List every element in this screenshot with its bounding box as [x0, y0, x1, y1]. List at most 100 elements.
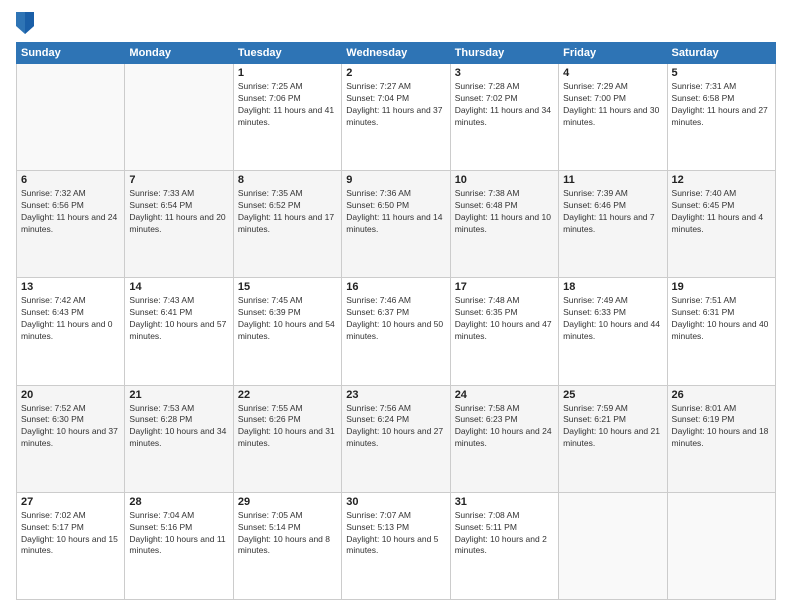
day-number: 23	[346, 389, 445, 401]
day-number: 17	[455, 281, 554, 293]
day-cell: 29 Sunrise: 7:05 AM Sunset: 5:14 PM Dayli…	[233, 492, 341, 599]
day-number: 29	[238, 496, 337, 508]
day-cell: 4 Sunrise: 7:29 AM Sunset: 7:00 PM Daylig…	[559, 64, 667, 171]
day-info: Sunrise: 7:04 AM Sunset: 5:16 PM Dayligh…	[129, 510, 228, 558]
day-info: Sunrise: 7:07 AM Sunset: 5:13 PM Dayligh…	[346, 510, 445, 558]
day-cell: 18Sunrise: 7:49 AM Sunset: 6:33 PM Dayli…	[559, 278, 667, 385]
day-cell: 22 Sunrise: 7:55 AM Sunset: 6:26 PM Dayli…	[233, 385, 341, 492]
day-cell: 25 Sunrise: 7:59 AM Sunset: 6:21 PM Dayli…	[559, 385, 667, 492]
day-number: 19	[672, 281, 771, 293]
day-info: Sunrise: 7:32 AM Sunset: 6:56 PM Dayligh…	[21, 188, 120, 236]
day-number: 6	[21, 174, 120, 186]
day-info: Sunrise: 7:08 AM Sunset: 5:11 PM Dayligh…	[455, 510, 554, 558]
day-cell: 8 Sunrise: 7:35 AM Sunset: 6:52 PM Daylig…	[233, 171, 341, 278]
week-row-2: 6 Sunrise: 7:32 AM Sunset: 6:56 PM Daylig…	[17, 171, 776, 278]
day-info: Sunrise: 7:45 AM Sunset: 6:39 PM Dayligh…	[238, 295, 337, 343]
day-number: 27	[21, 496, 120, 508]
day-cell: 15 Sunrise: 7:45 AM Sunset: 6:39 PM Dayli…	[233, 278, 341, 385]
day-info: Sunrise: 7:46 AM Sunset: 6:37 PM Dayligh…	[346, 295, 445, 343]
week-row-5: 27 Sunrise: 7:02 AM Sunset: 5:17 PM Dayli…	[17, 492, 776, 599]
day-info: Sunrise: 7:55 AM Sunset: 6:26 PM Dayligh…	[238, 403, 337, 451]
day-cell: 28 Sunrise: 7:04 AM Sunset: 5:16 PM Dayli…	[125, 492, 233, 599]
day-cell	[125, 64, 233, 171]
day-info: Sunrise: 7:40 AM Sunset: 6:45 PM Dayligh…	[672, 188, 771, 236]
day-number: 26	[672, 389, 771, 401]
day-cell: 26 Sunrise: 8:01 AM Sunset: 6:19 PM Dayli…	[667, 385, 775, 492]
day-number: 13	[21, 281, 120, 293]
day-cell: 3 Sunrise: 7:28 AM Sunset: 7:02 PM Daylig…	[450, 64, 558, 171]
day-info: Sunrise: 7:56 AM Sunset: 6:24 PM Dayligh…	[346, 403, 445, 451]
day-number: 1	[238, 67, 337, 79]
day-number: 2	[346, 67, 445, 79]
day-info: Sunrise: 7:36 AM Sunset: 6:50 PM Dayligh…	[346, 188, 445, 236]
weekday-tuesday: Tuesday	[233, 43, 341, 64]
day-cell: 20 Sunrise: 7:52 AM Sunset: 6:30 PM Dayli…	[17, 385, 125, 492]
day-cell	[559, 492, 667, 599]
day-info: Sunrise: 7:02 AM Sunset: 5:17 PM Dayligh…	[21, 510, 120, 558]
day-number: 25	[563, 389, 662, 401]
day-number: 21	[129, 389, 228, 401]
day-cell	[17, 64, 125, 171]
day-info: Sunrise: 7:29 AM Sunset: 7:00 PM Dayligh…	[563, 81, 662, 129]
weekday-thursday: Thursday	[450, 43, 558, 64]
day-info: Sunrise: 7:25 AM Sunset: 7:06 PM Dayligh…	[238, 81, 337, 129]
day-cell: 11 Sunrise: 7:39 AM Sunset: 6:46 PM Dayli…	[559, 171, 667, 278]
week-row-1: 1 Sunrise: 7:25 AM Sunset: 7:06 PM Daylig…	[17, 64, 776, 171]
day-cell: 14 Sunrise: 7:43 AM Sunset: 6:41 PM Dayli…	[125, 278, 233, 385]
day-cell: 24 Sunrise: 7:58 AM Sunset: 6:23 PM Dayli…	[450, 385, 558, 492]
day-cell: 19 Sunrise: 7:51 AM Sunset: 6:31 PM Dayli…	[667, 278, 775, 385]
day-info: Sunrise: 7:49 AM Sunset: 6:33 PM Dayligh…	[563, 295, 662, 343]
week-row-4: 20 Sunrise: 7:52 AM Sunset: 6:30 PM Dayli…	[17, 385, 776, 492]
day-number: 24	[455, 389, 554, 401]
day-info: Sunrise: 7:38 AM Sunset: 6:48 PM Dayligh…	[455, 188, 554, 236]
day-cell: 2 Sunrise: 7:27 AM Sunset: 7:04 PM Daylig…	[342, 64, 450, 171]
day-info: Sunrise: 7:42 AM Sunset: 6:43 PM Dayligh…	[21, 295, 120, 343]
day-number: 4	[563, 67, 662, 79]
header	[16, 12, 776, 34]
day-info: Sunrise: 7:58 AM Sunset: 6:23 PM Dayligh…	[455, 403, 554, 451]
day-info: Sunrise: 7:35 AM Sunset: 6:52 PM Dayligh…	[238, 188, 337, 236]
day-info: Sunrise: 8:01 AM Sunset: 6:19 PM Dayligh…	[672, 403, 771, 451]
day-number: 11	[563, 174, 662, 186]
day-cell: 17 Sunrise: 7:48 AM Sunset: 6:35 PM Dayli…	[450, 278, 558, 385]
day-info: Sunrise: 7:28 AM Sunset: 7:02 PM Dayligh…	[455, 81, 554, 129]
day-info: Sunrise: 7:33 AM Sunset: 6:54 PM Dayligh…	[129, 188, 228, 236]
day-number: 8	[238, 174, 337, 186]
weekday-wednesday: Wednesday	[342, 43, 450, 64]
day-info: Sunrise: 7:39 AM Sunset: 6:46 PM Dayligh…	[563, 188, 662, 236]
day-info: Sunrise: 7:52 AM Sunset: 6:30 PM Dayligh…	[21, 403, 120, 451]
day-number: 28	[129, 496, 228, 508]
day-info: Sunrise: 7:51 AM Sunset: 6:31 PM Dayligh…	[672, 295, 771, 343]
day-number: 14	[129, 281, 228, 293]
week-row-3: 13 Sunrise: 7:42 AM Sunset: 6:43 PM Dayli…	[17, 278, 776, 385]
weekday-friday: Friday	[559, 43, 667, 64]
day-number: 9	[346, 174, 445, 186]
day-number: 20	[21, 389, 120, 401]
day-info: Sunrise: 7:05 AM Sunset: 5:14 PM Dayligh…	[238, 510, 337, 558]
day-cell: 12 Sunrise: 7:40 AM Sunset: 6:45 PM Dayli…	[667, 171, 775, 278]
day-info: Sunrise: 7:48 AM Sunset: 6:35 PM Dayligh…	[455, 295, 554, 343]
logo-icon	[16, 12, 34, 34]
logo	[16, 12, 38, 34]
day-number: 16	[346, 281, 445, 293]
day-number: 30	[346, 496, 445, 508]
day-cell: 1 Sunrise: 7:25 AM Sunset: 7:06 PM Daylig…	[233, 64, 341, 171]
day-cell: 13 Sunrise: 7:42 AM Sunset: 6:43 PM Dayli…	[17, 278, 125, 385]
day-number: 31	[455, 496, 554, 508]
day-number: 15	[238, 281, 337, 293]
day-number: 22	[238, 389, 337, 401]
day-info: Sunrise: 7:53 AM Sunset: 6:28 PM Dayligh…	[129, 403, 228, 451]
page: SundayMondayTuesdayWednesdayThursdayFrid…	[0, 0, 792, 612]
day-number: 12	[672, 174, 771, 186]
day-info: Sunrise: 7:59 AM Sunset: 6:21 PM Dayligh…	[563, 403, 662, 451]
day-cell	[667, 492, 775, 599]
day-number: 3	[455, 67, 554, 79]
day-cell: 6 Sunrise: 7:32 AM Sunset: 6:56 PM Daylig…	[17, 171, 125, 278]
day-cell: 30 Sunrise: 7:07 AM Sunset: 5:13 PM Dayli…	[342, 492, 450, 599]
day-info: Sunrise: 7:27 AM Sunset: 7:04 PM Dayligh…	[346, 81, 445, 129]
day-info: Sunrise: 7:43 AM Sunset: 6:41 PM Dayligh…	[129, 295, 228, 343]
day-cell: 5Sunrise: 7:31 AM Sunset: 6:58 PM Daylig…	[667, 64, 775, 171]
day-number: 7	[129, 174, 228, 186]
day-info: Sunrise: 7:31 AM Sunset: 6:58 PM Dayligh…	[672, 81, 771, 129]
day-cell: 21 Sunrise: 7:53 AM Sunset: 6:28 PM Dayli…	[125, 385, 233, 492]
